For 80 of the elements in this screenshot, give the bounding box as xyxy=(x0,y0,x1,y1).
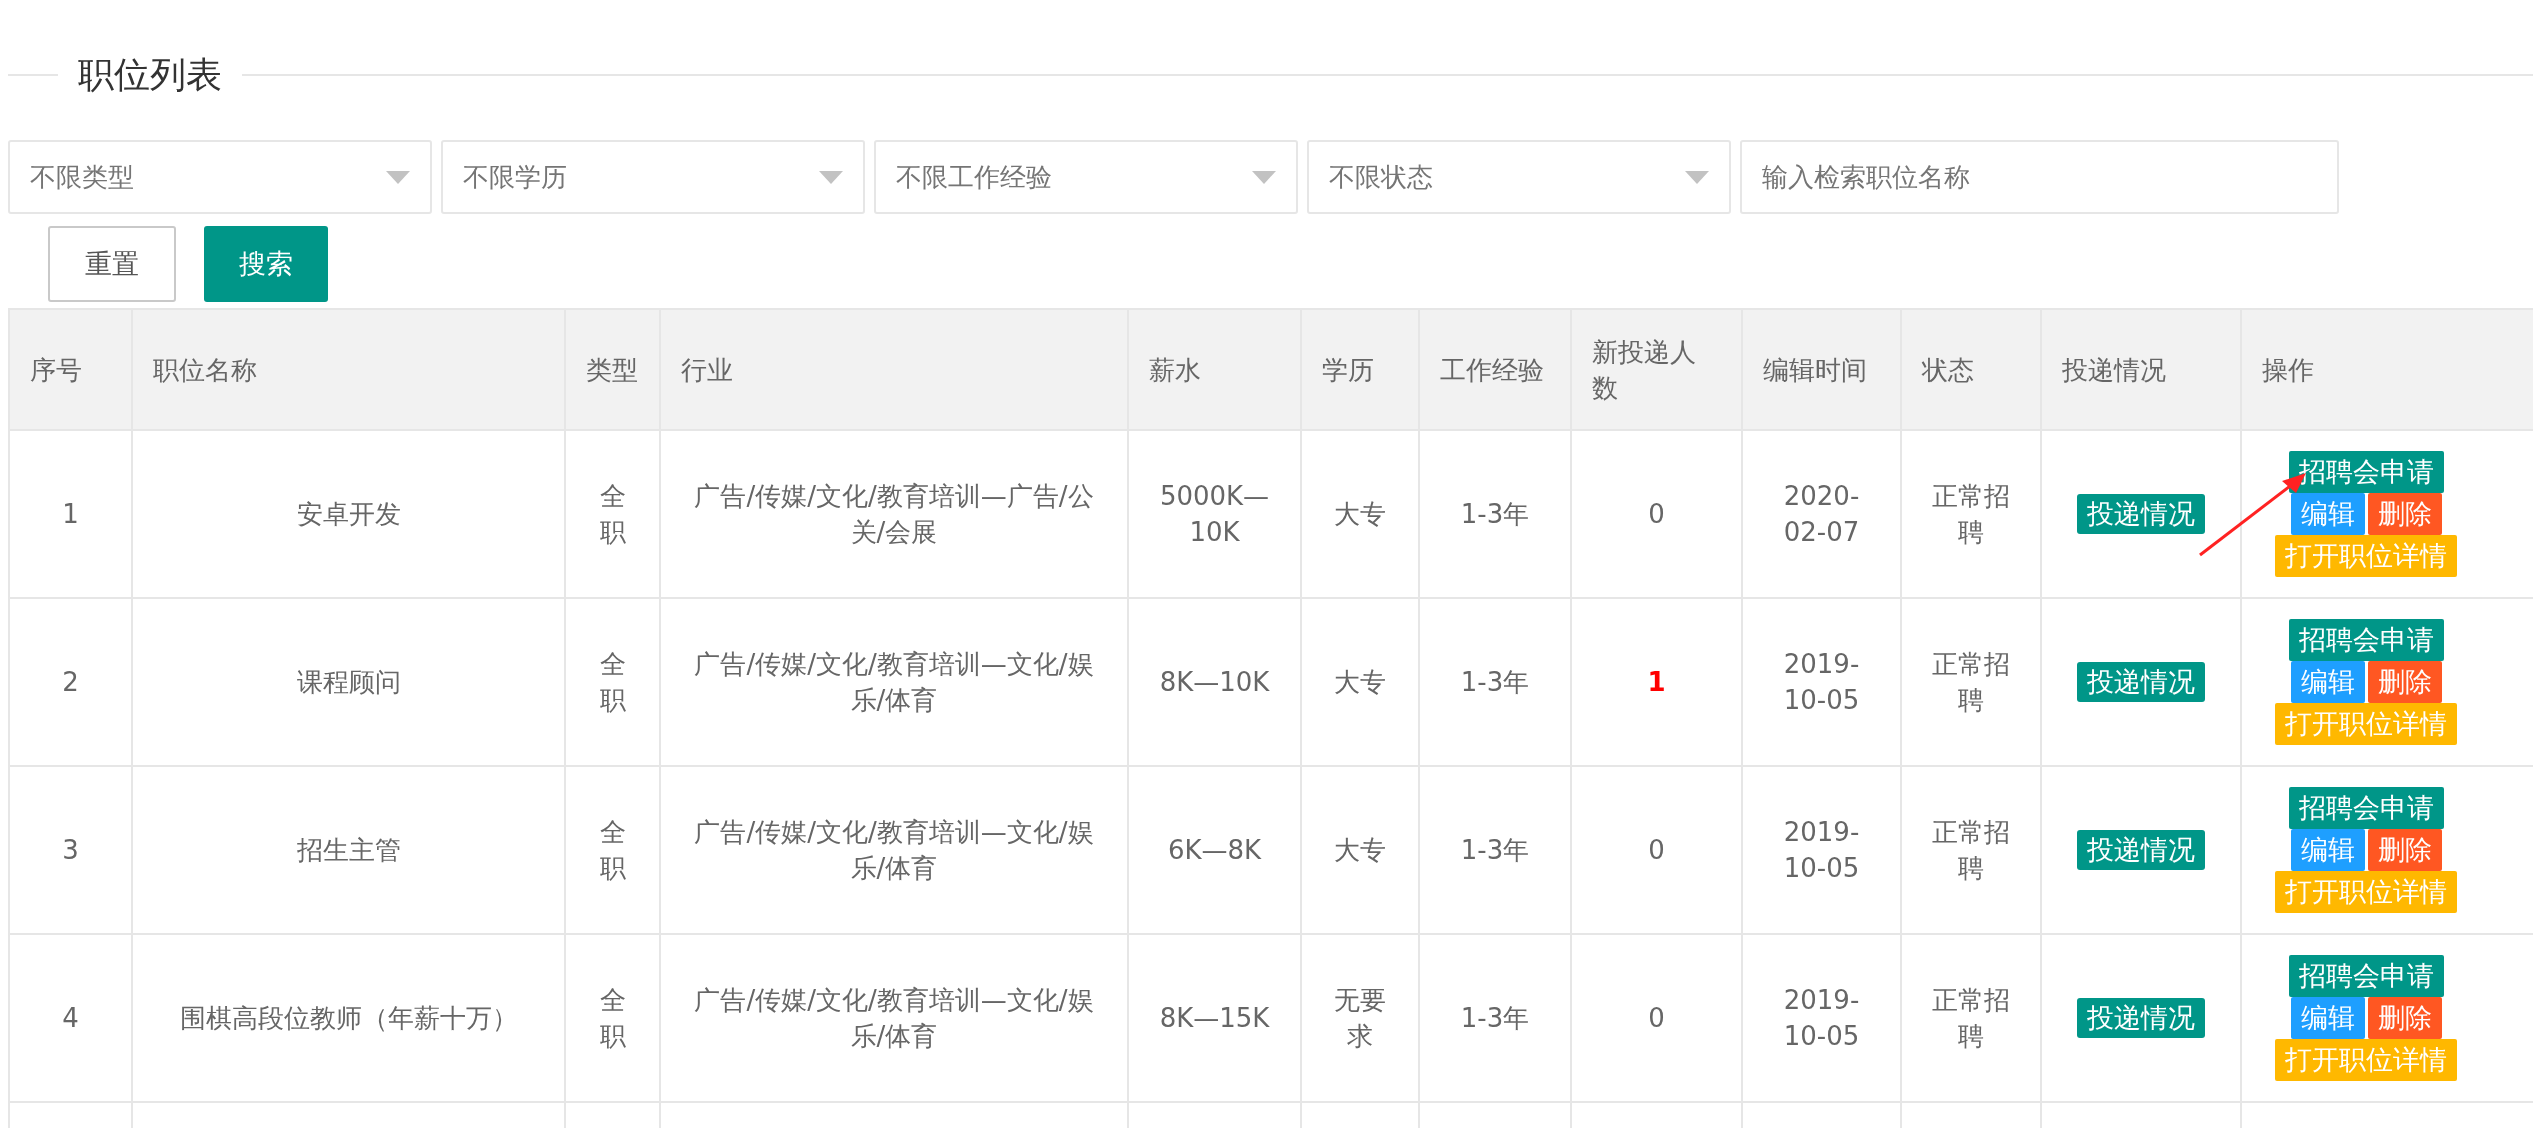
delivery-status-badge[interactable]: 投递情况 xyxy=(2077,998,2205,1038)
job-fair-apply-button[interactable]: 招聘会申请 xyxy=(2288,787,2444,829)
edit-button[interactable]: 编辑 xyxy=(2290,661,2365,703)
search-button[interactable]: 搜索 xyxy=(204,226,328,302)
column-header: 工作经验 xyxy=(1419,309,1571,430)
column-header: 投递情况 xyxy=(2041,309,2241,430)
table-cell: 全职 xyxy=(599,985,626,1051)
delivery-status-badge[interactable]: 投递情况 xyxy=(2077,830,2205,870)
dropdown-select[interactable]: 不限学历 xyxy=(441,140,865,214)
column-header: 薪水 xyxy=(1128,309,1301,430)
table-cell: 6K—8K xyxy=(1167,835,1262,865)
table-cell: 课程顾问 xyxy=(296,667,401,697)
table-cell: 正常招聘 xyxy=(1932,481,2010,547)
table-cell: 1-3年 xyxy=(1460,835,1530,865)
table-cell: 大专 xyxy=(1334,499,1386,529)
delete-button[interactable]: 删除 xyxy=(2367,493,2442,535)
table-cell: 1-3年 xyxy=(1460,499,1530,529)
table-cell: 全职 xyxy=(599,649,626,715)
column-header: 编辑时间 xyxy=(1742,309,1901,430)
caret-icon xyxy=(386,170,410,184)
job-fair-apply-button[interactable]: 招聘会申请 xyxy=(2288,451,2444,493)
table-cell: 大专 xyxy=(1334,667,1386,697)
table-cell: 广告/传媒/文化/教育培训—广告/公关/会展 xyxy=(694,481,1094,547)
edit-button[interactable]: 编辑 xyxy=(2290,829,2365,871)
delete-button[interactable]: 删除 xyxy=(2367,829,2442,871)
table-cell: 广告/传媒/文化/教育培训—文化/娱乐/体育 xyxy=(694,985,1094,1051)
caret-icon xyxy=(1685,170,1709,184)
table-cell: 招生主管 xyxy=(296,835,401,865)
reset-button[interactable]: 重置 xyxy=(48,226,176,302)
table-cell: 安卓开发 xyxy=(296,499,401,529)
job-fair-apply-button[interactable]: 招聘会申请 xyxy=(2288,955,2444,997)
table-cell: 1 xyxy=(62,499,79,529)
column-header: 学历 xyxy=(1301,309,1419,430)
edit-button[interactable]: 编辑 xyxy=(2290,493,2365,535)
table-cell: 全职 xyxy=(599,817,626,883)
table-cell: 2019-10-05 xyxy=(1783,985,1860,1051)
table-cell: 0 xyxy=(1648,1003,1665,1033)
column-header: 序号 xyxy=(9,309,132,430)
table-cell: 2 xyxy=(62,667,79,697)
column-header: 行业 xyxy=(660,309,1128,430)
table-cell: 2020-02-07 xyxy=(1783,481,1860,547)
table-cell: 正常招聘 xyxy=(1932,985,2010,1051)
edit-button[interactable]: 编辑 xyxy=(2290,997,2365,1039)
table-cell: 4 xyxy=(62,1003,79,1033)
caret-icon xyxy=(819,170,843,184)
table-cell: 围棋高段位教师（年薪十万） xyxy=(179,1003,518,1033)
column-header: 职位名称 xyxy=(132,309,565,430)
table-cell: 广告/传媒/文化/教育培训—文化/娱乐/体育 xyxy=(694,649,1094,715)
column-header: 新投递人数 xyxy=(1571,309,1742,430)
table-cell: 0 xyxy=(1648,499,1665,529)
dropdown-select[interactable]: 不限工作经验 xyxy=(874,140,1298,214)
dropdown-select[interactable]: 不限类型 xyxy=(8,140,432,214)
table-cell: 无要求 xyxy=(1334,985,1386,1051)
delivery-status-badge[interactable]: 投递情况 xyxy=(2077,662,2205,702)
delivery-status-badge[interactable]: 投递情况 xyxy=(2077,494,2205,534)
table-cell: 1-3年 xyxy=(1460,667,1530,697)
table-cell: 8K—10K xyxy=(1159,667,1270,697)
delete-button[interactable]: 删除 xyxy=(2367,997,2442,1039)
table-cell: 5000K—10K xyxy=(1159,481,1270,547)
dropdown-select[interactable]: 不限状态 xyxy=(1307,140,1731,214)
table-cell: 2019-10-05 xyxy=(1783,817,1860,883)
table-cell: 广告/传媒/文化/教育培训—文化/娱乐/体育 xyxy=(694,817,1094,883)
table-cell: 全职 xyxy=(599,481,626,547)
table-cell: 3 xyxy=(62,835,79,865)
table-cell: 0 xyxy=(1648,835,1665,865)
table-cell: 1-3年 xyxy=(1460,1003,1530,1033)
column-header: 状态 xyxy=(1901,309,2041,430)
table-cell: 正常招聘 xyxy=(1932,817,2010,883)
table-cell: 8K—15K xyxy=(1159,1003,1270,1033)
job-fair-apply-button[interactable]: 招聘会申请 xyxy=(2288,619,2444,661)
table-cell: 1 xyxy=(1647,667,1666,697)
section-title: 职位列表 xyxy=(77,52,223,97)
caret-icon xyxy=(1252,170,1276,184)
search-field[interactable]: 输入检索职位名称 xyxy=(1740,140,2339,214)
table-cell: 大专 xyxy=(1334,835,1386,865)
delete-button[interactable]: 删除 xyxy=(2367,661,2442,703)
column-header: 类型 xyxy=(565,309,660,430)
table-cell: 正常招聘 xyxy=(1932,649,2010,715)
column-header: 操作 xyxy=(2241,309,2533,430)
table-cell: 2019-10-05 xyxy=(1783,649,1860,715)
